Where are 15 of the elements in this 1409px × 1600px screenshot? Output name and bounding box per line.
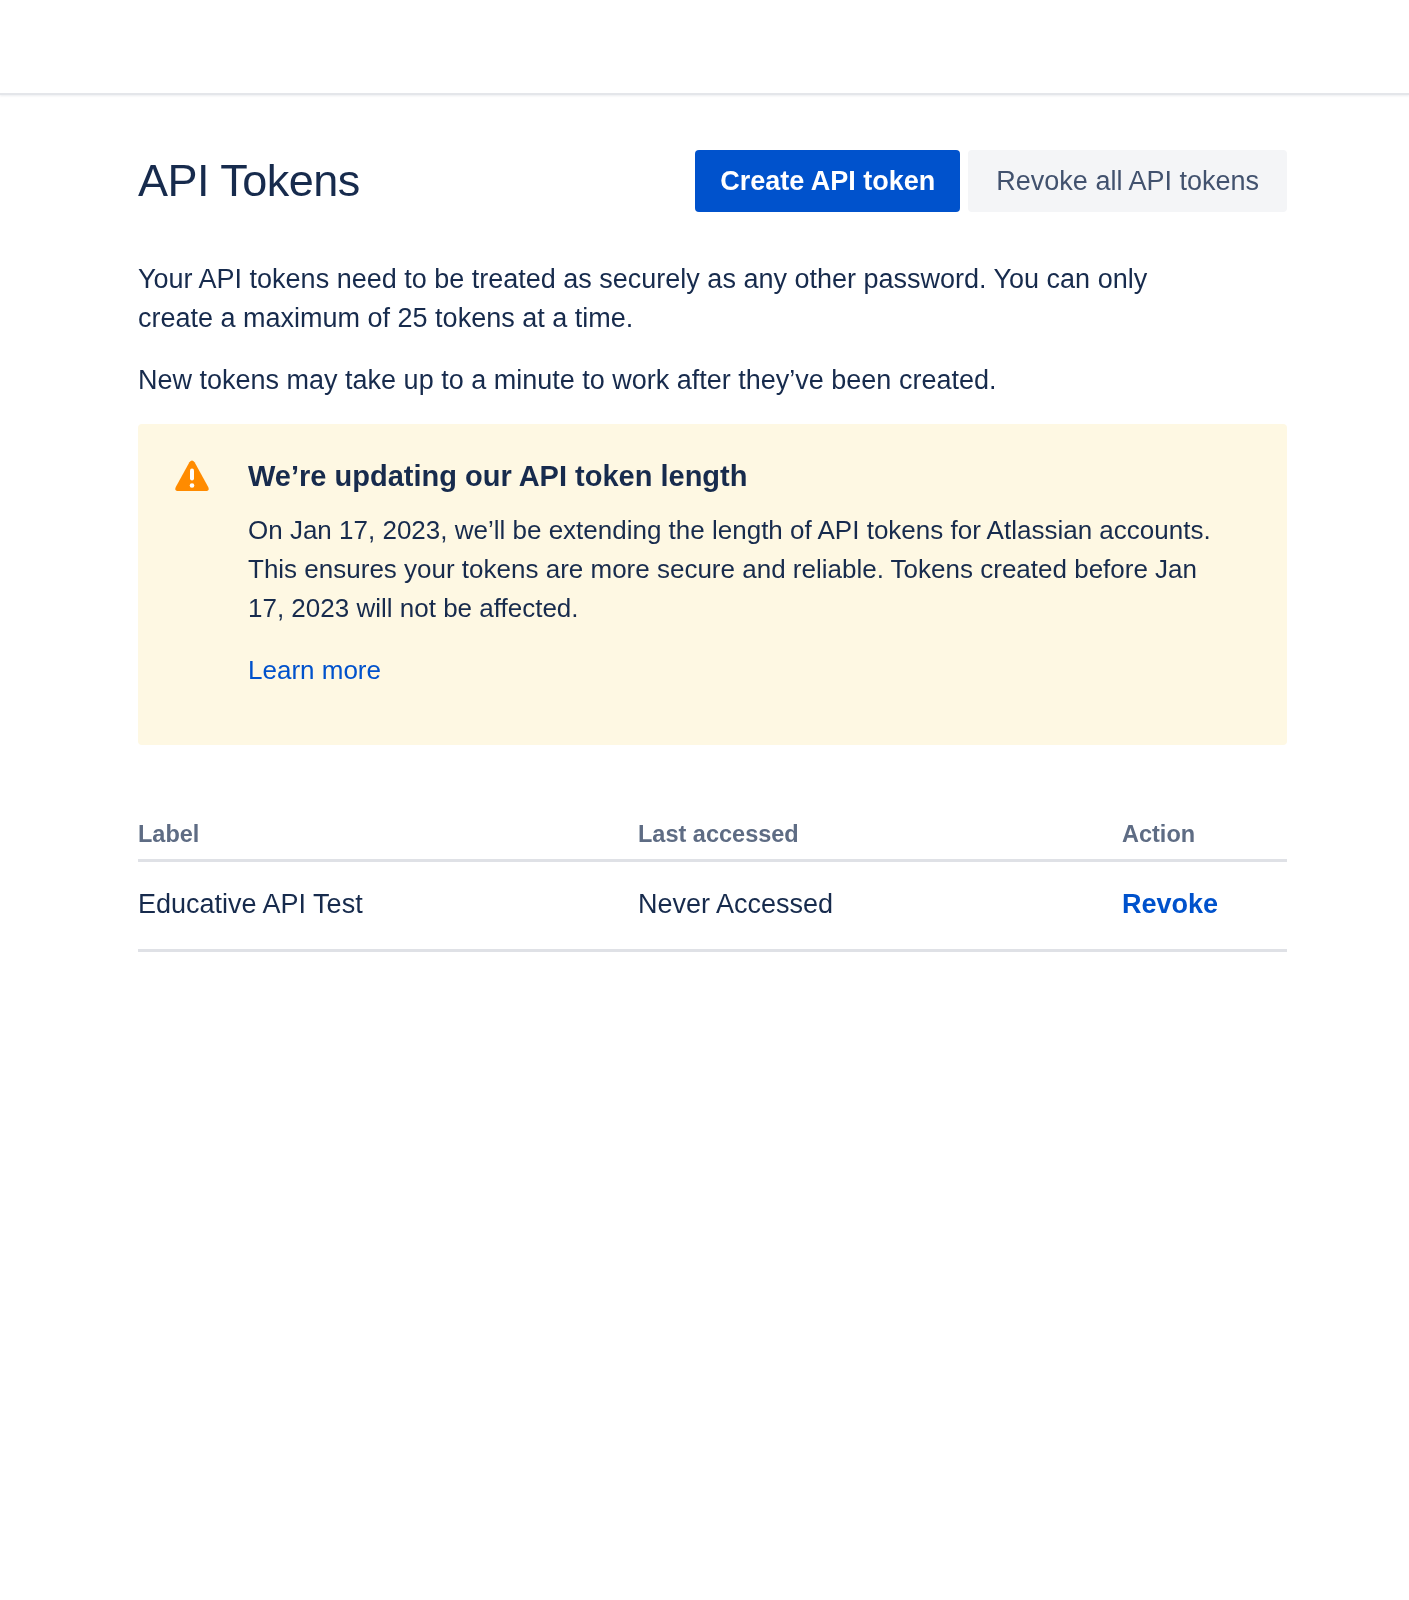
intro-paragraph: New tokens may take up to a minute to work after they’ve been created. (138, 364, 998, 397)
learn-more-link[interactable]: Learn more (248, 655, 381, 685)
column-header: Last accessed (638, 821, 799, 847)
table-cell: Never Accessed (638, 889, 834, 919)
page-title: API Tokens (138, 155, 360, 207)
revoke-link[interactable]: Revoke (1122, 889, 1219, 919)
revoke-all-button[interactable]: Revoke all API tokens (968, 150, 1287, 212)
table-cell: Educative API Test (138, 889, 363, 919)
intro-paragraph: Your API tokens need to be treated as securely as any other password. You can only create a maximum of 25 tokens at a time. (138, 263, 1149, 335)
banner-title: We’re updating our API token length (248, 459, 749, 494)
create-token-button[interactable]: Create API token (695, 150, 961, 212)
column-header: Action (1122, 821, 1196, 847)
warning-icon (175, 460, 209, 492)
banner-text: On Jan 17, 2023, we’ll be extending the length of API tokens for Atlassian accounts. This ensures your tokens are more secure and reliable. Tokens created before Jan 17, 2023 will not be affected. (248, 514, 1212, 625)
column-header: Label (138, 821, 200, 847)
